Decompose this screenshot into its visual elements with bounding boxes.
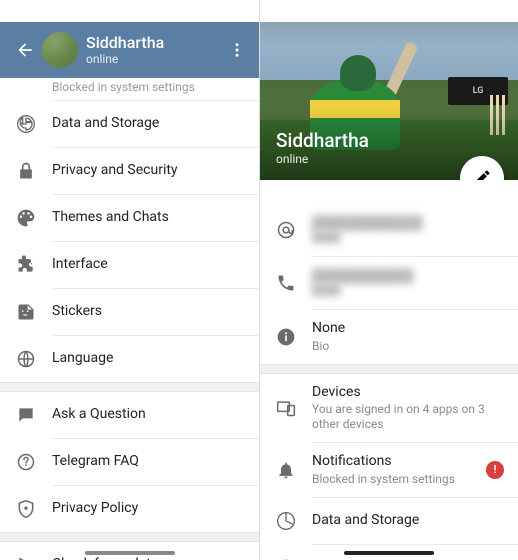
blurred-value: ███████████: [312, 269, 504, 285]
item-sub: You are signed in on 4 apps on 3 other d…: [312, 402, 504, 432]
alert-badge: !: [486, 461, 504, 479]
truncated-row: Blocked in system settings: [0, 78, 259, 100]
status-icons: 63%: [461, 5, 508, 18]
palette-icon: [16, 208, 52, 228]
settings-item-ask[interactable]: Ask a Question: [0, 392, 259, 438]
lock-icon: [16, 161, 52, 181]
bio-value: None: [312, 320, 504, 338]
contact-bio[interactable]: None Bio: [260, 310, 518, 364]
settings-screen: 11:47 63% Siddhartha online Blocked in s…: [0, 0, 259, 560]
profile-screen: 11:47 63% LG Siddhartha online: [259, 0, 518, 560]
item-label: Data and Storage: [52, 115, 245, 133]
settings-item-privacy[interactable]: Privacy and Security: [260, 545, 518, 560]
settings-item-themes[interactable]: Themes and Chats: [0, 195, 259, 241]
status-time: 11:47: [270, 5, 298, 18]
globe-icon: [16, 349, 52, 369]
settings-item-devices[interactable]: Devices You are signed in on 4 apps on 3…: [260, 374, 518, 443]
item-label: Language: [52, 350, 245, 368]
settings-item-notifications[interactable]: Notifications Blocked in system settings…: [260, 443, 518, 497]
header-name: Siddhartha: [86, 33, 223, 52]
status-time: 11:47: [10, 5, 38, 18]
pencil-icon: [472, 168, 492, 180]
status-bar: 11:47 63%: [260, 0, 518, 22]
contact-phone[interactable]: ███████████████: [260, 257, 518, 309]
battery-percent: 63%: [487, 5, 508, 18]
item-label: Interface: [52, 256, 245, 274]
battery-icon: [217, 5, 225, 17]
sticker-icon: [16, 302, 52, 322]
profile-name: Siddhartha: [276, 129, 369, 152]
info-icon: [276, 327, 312, 347]
contact-username[interactable]: ████████████████: [260, 204, 518, 256]
profile-status: online: [276, 152, 369, 166]
item-label: Privacy Policy: [52, 500, 245, 518]
blurred-value: ████████████: [312, 216, 504, 232]
settings-item-data-storage[interactable]: Data and Storage: [0, 101, 259, 147]
at-icon: [276, 220, 312, 240]
puzzle-icon: [16, 255, 52, 275]
hero-text: Siddhartha online: [276, 129, 369, 166]
settings-item-data-storage[interactable]: Data and Storage: [260, 498, 518, 544]
battery-icon: [476, 5, 484, 17]
profile-hero[interactable]: LG Siddhartha online: [260, 0, 518, 180]
settings-item-policy[interactable]: Privacy Policy: [0, 486, 259, 532]
data-icon: [276, 511, 312, 531]
header-status: online: [86, 52, 223, 66]
item-label: Data and Storage: [312, 512, 504, 530]
header-info[interactable]: Siddhartha online: [86, 33, 223, 67]
profile-list[interactable]: ████████████████ ███████████████ None Bi…: [260, 180, 518, 560]
settings-item-interface[interactable]: Interface: [0, 242, 259, 288]
avatar[interactable]: [42, 32, 78, 68]
item-label: Themes and Chats: [52, 209, 245, 227]
item-label: Telegram FAQ: [52, 453, 245, 471]
settings-item-language[interactable]: Language: [0, 336, 259, 382]
bio-label: Bio: [312, 339, 504, 354]
phone-icon: [276, 273, 312, 293]
devices-icon: [276, 398, 312, 418]
bell-icon: [276, 460, 312, 480]
shield-icon: [16, 499, 52, 519]
status-bar: 11:47 63%: [0, 0, 259, 22]
item-label: Privacy and Security: [52, 162, 245, 180]
item-label: Stickers: [52, 303, 245, 321]
item-label: Ask a Question: [52, 406, 245, 424]
wifi-icon: [202, 5, 214, 17]
play-icon: [16, 555, 52, 560]
settings-item-privacy[interactable]: Privacy and Security: [0, 148, 259, 194]
overflow-menu-button[interactable]: [223, 41, 251, 59]
item-label: Notifications: [312, 453, 486, 471]
settings-item-stickers[interactable]: Stickers: [0, 289, 259, 335]
settings-list[interactable]: Blocked in system settings Data and Stor…: [0, 78, 259, 560]
settings-item-updates[interactable]: Check for updates: [0, 542, 259, 560]
item-label: Devices: [312, 384, 504, 402]
chat-icon: [16, 405, 52, 425]
back-button[interactable]: [10, 40, 40, 60]
wifi-icon: [461, 5, 473, 17]
data-icon: [16, 114, 52, 134]
settings-item-faq[interactable]: Telegram FAQ: [0, 439, 259, 485]
item-sub: Blocked in system settings: [312, 472, 486, 487]
status-icons: 63%: [202, 5, 249, 18]
battery-percent: 63%: [228, 5, 249, 18]
help-icon: [16, 452, 52, 472]
item-label: Check for updates: [52, 556, 245, 560]
